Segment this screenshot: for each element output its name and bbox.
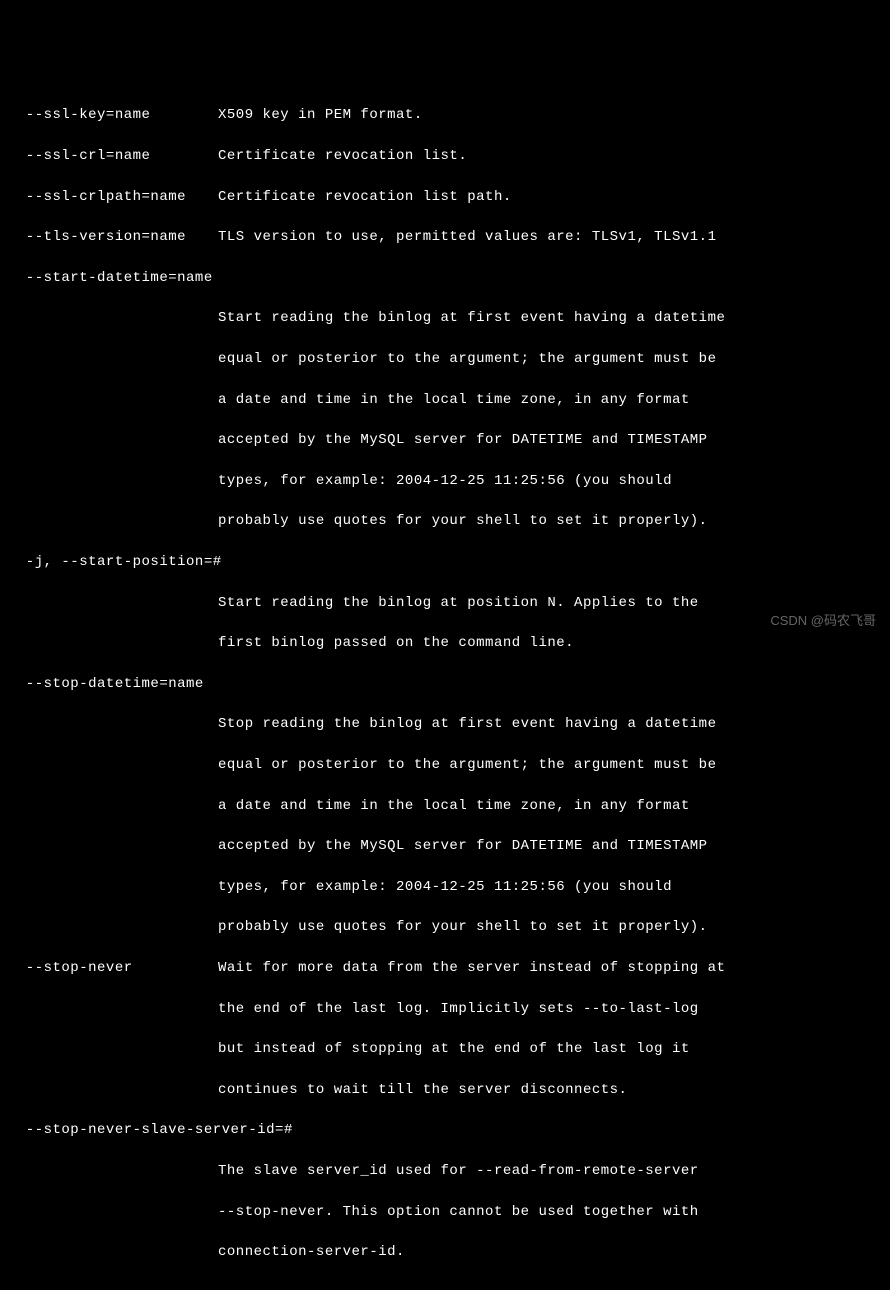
option-desc-line: --stop-never. This option cannot be used…: [218, 1202, 882, 1222]
option-flag-start-position: -j, --start-position=#: [8, 552, 882, 572]
terminal-output: --ssl-key=nameX509 key in PEM format. --…: [8, 85, 882, 1283]
option-desc-line: equal or posterior to the argument; the …: [218, 349, 882, 369]
option-desc-ssl-key: X509 key in PEM format.: [218, 105, 423, 125]
option-desc-line: first binlog passed on the command line.: [218, 633, 882, 653]
option-desc-ssl-crl: Certificate revocation list.: [218, 146, 467, 166]
option-desc-line: equal or posterior to the argument; the …: [218, 755, 882, 775]
option-desc-line: a date and time in the local time zone, …: [218, 796, 882, 816]
option-desc-tls-version: TLS version to use, permitted values are…: [218, 227, 716, 247]
option-flag-stop-never-slave: --stop-never-slave-server-id=#: [8, 1120, 882, 1140]
option-desc-line: Start reading the binlog at position N. …: [218, 593, 882, 613]
option-desc-line: but instead of stopping at the end of th…: [218, 1039, 882, 1059]
option-flag-tls-version: --tls-version=name: [8, 227, 218, 247]
option-desc-line: Wait for more data from the server inste…: [218, 958, 725, 978]
option-desc-line: Stop reading the binlog at first event h…: [218, 714, 882, 734]
option-desc-line: types, for example: 2004-12-25 11:25:56 …: [218, 471, 882, 491]
option-desc-line: a date and time in the local time zone, …: [218, 390, 882, 410]
option-desc-line: continues to wait till the server discon…: [218, 1080, 882, 1100]
option-flag-stop-datetime: --stop-datetime=name: [8, 674, 882, 694]
option-desc-line: the end of the last log. Implicitly sets…: [218, 999, 882, 1019]
option-desc-line: The slave server_id used for --read-from…: [218, 1161, 882, 1181]
option-desc-line: accepted by the MySQL server for DATETIM…: [218, 836, 882, 856]
option-desc-line: probably use quotes for your shell to se…: [218, 917, 882, 937]
option-flag-ssl-key: --ssl-key=name: [8, 105, 218, 125]
option-desc-ssl-crlpath: Certificate revocation list path.: [218, 187, 512, 207]
option-desc-line: probably use quotes for your shell to se…: [218, 511, 882, 531]
option-desc-line: Start reading the binlog at first event …: [218, 308, 882, 328]
option-desc-line: types, for example: 2004-12-25 11:25:56 …: [218, 877, 882, 897]
option-flag-ssl-crlpath: --ssl-crlpath=name: [8, 187, 218, 207]
option-flag-stop-never: --stop-never: [8, 958, 218, 978]
option-desc-line: accepted by the MySQL server for DATETIM…: [218, 430, 882, 450]
option-flag-start-datetime: --start-datetime=name: [8, 268, 882, 288]
watermark-text: CSDN @码农飞哥: [770, 612, 876, 631]
option-desc-line: connection-server-id.: [218, 1242, 882, 1262]
option-flag-ssl-crl: --ssl-crl=name: [8, 146, 218, 166]
